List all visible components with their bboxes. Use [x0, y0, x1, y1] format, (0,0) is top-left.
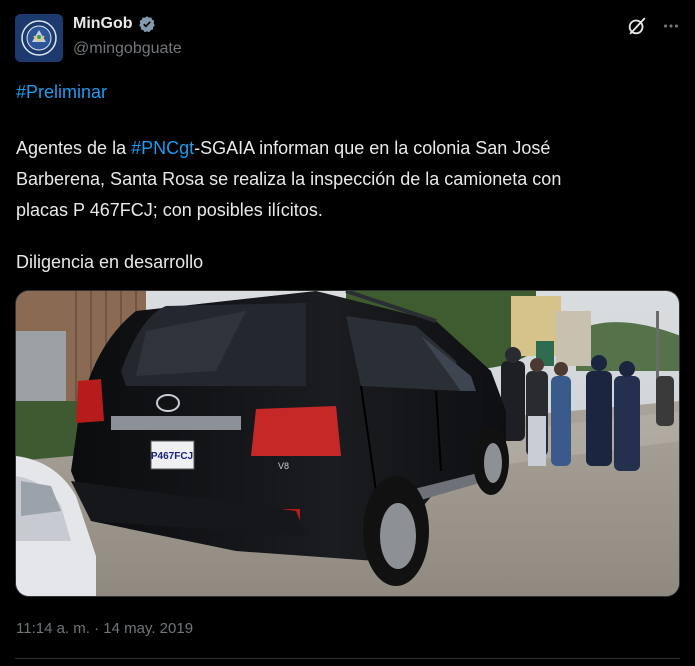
- author-name-row: MinGob: [73, 15, 156, 33]
- tweet: MinGob @mingobguate #Preliminar Agentes …: [0, 0, 695, 666]
- hashtag-pncgt[interactable]: #PNCgt: [131, 138, 194, 158]
- hashtag-preliminar[interactable]: #Preliminar: [16, 82, 107, 102]
- tweet-text-line-1: Agentes de la #PNCgt-SGAIA informan que …: [16, 133, 676, 164]
- tweet-text-line-2: Barberena, Santa Rosa se realiza la insp…: [16, 169, 562, 189]
- author-display-name[interactable]: MinGob: [73, 15, 133, 33]
- text-prefix: Agentes de la: [16, 138, 132, 158]
- tweet-text-line-3: placas P 467FCJ; con posibles ilícitos.: [16, 200, 323, 220]
- tweet-text-paragraph: Agentes de la #PNCgt-SGAIA informan que …: [16, 133, 676, 226]
- divider: [15, 658, 680, 659]
- more-icon[interactable]: [660, 15, 682, 37]
- grok-icon[interactable]: [626, 15, 648, 37]
- tweet-text-hashtag-line: #Preliminar: [16, 77, 676, 108]
- author-handle[interactable]: @mingobguate: [73, 40, 182, 58]
- license-plate-text: P467FCJ: [151, 451, 193, 462]
- guatemala-coat-of-arms-icon: [15, 14, 63, 62]
- tweet-photo[interactable]: P467FCJ V8: [15, 290, 680, 597]
- tweet-timestamp[interactable]: 11:14 a. m. · 14 may. 2019: [16, 620, 193, 637]
- text-rest: -SGAIA informan que en la colonia San Jo…: [194, 138, 551, 158]
- v8-badge: V8: [278, 461, 289, 471]
- avatar[interactable]: [15, 14, 63, 62]
- verified-badge-icon: [138, 16, 155, 33]
- suv-inspection-photo: P467FCJ V8: [16, 291, 679, 596]
- tweet-text-footer: Diligencia en desarrollo: [16, 252, 204, 272]
